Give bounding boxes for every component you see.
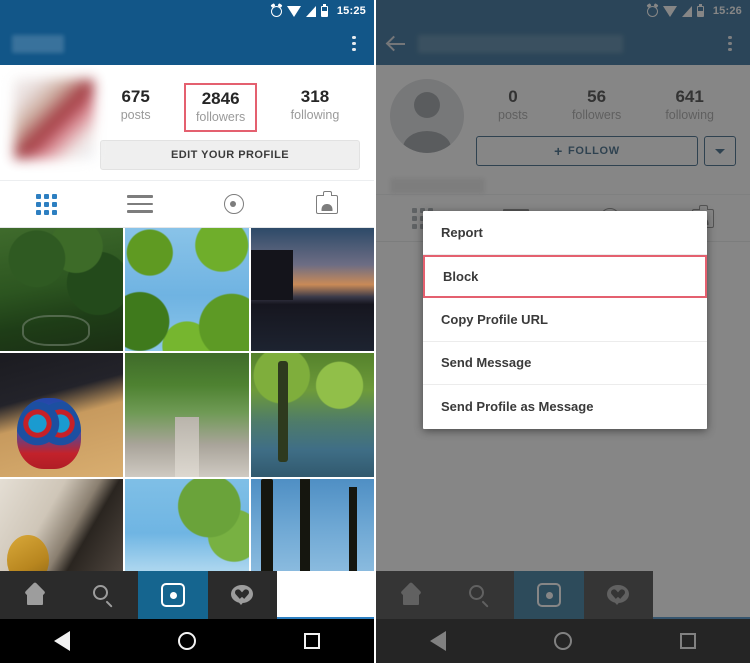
stat-following[interactable]: 318 following: [283, 83, 348, 128]
grid-icon: [36, 193, 58, 215]
photo-willows-over-water: [250, 353, 374, 477]
nav-profile[interactable]: [276, 571, 374, 619]
menu-item-report[interactable]: Report: [423, 211, 707, 255]
activity-heart-icon: [231, 584, 254, 606]
photo-cell[interactable]: [250, 228, 374, 352]
recents-icon[interactable]: [304, 633, 320, 649]
followers-label: followers: [195, 110, 246, 124]
photo-tree-lined-path: [125, 353, 249, 477]
android-system-nav: [0, 619, 374, 663]
username-blurred: [12, 34, 64, 53]
avatar[interactable]: [14, 79, 100, 159]
battery-icon: [320, 3, 328, 17]
following-label: following: [290, 108, 340, 122]
profile-options-menu: Report Block Copy Profile URL Send Messa…: [423, 211, 707, 429]
photo-cell[interactable]: [0, 353, 124, 477]
alarm-icon: [270, 5, 282, 17]
nav-home[interactable]: [0, 571, 69, 619]
profile-person-icon: [315, 587, 335, 608]
nav-search[interactable]: [69, 571, 138, 619]
followers-count: 2846: [201, 89, 240, 108]
posts-count: 675: [121, 87, 150, 106]
right-phone-screen: 15:26 0 posts 56 follow: [374, 0, 750, 663]
menu-item-send-profile-as-message[interactable]: Send Profile as Message: [423, 385, 707, 429]
bottom-navigation: [0, 571, 374, 619]
search-icon: [93, 584, 114, 606]
status-bar: 15:25: [0, 0, 374, 22]
tab-photo-map[interactable]: [187, 181, 281, 227]
nav-camera[interactable]: [138, 571, 208, 619]
menu-item-send-message[interactable]: Send Message: [423, 342, 707, 385]
status-clock: 15:25: [336, 5, 366, 17]
photo-cell[interactable]: [125, 228, 249, 352]
home-icon: [24, 585, 46, 605]
kebab-menu-icon[interactable]: [344, 33, 364, 55]
photo-river-city-sunset: [250, 228, 374, 352]
photo-cell[interactable]: [250, 353, 374, 477]
stat-posts[interactable]: 675 posts: [113, 83, 159, 128]
home-icon[interactable]: [178, 632, 196, 650]
tab-grid[interactable]: [0, 181, 94, 227]
list-icon: [127, 195, 154, 213]
photo-ivy-wall-with-bicycle: [0, 228, 124, 352]
photo-colorful-mask-on-desk: [0, 353, 124, 477]
profile-photo-blurred: [14, 79, 94, 159]
tagged-photos-icon: [316, 190, 339, 214]
wifi-icon: [286, 5, 301, 17]
stat-followers[interactable]: 2846 followers: [183, 83, 258, 132]
stats-row: 675 posts 2846 followers 318 following: [100, 83, 360, 132]
profile-tab-strip: [0, 180, 374, 228]
back-icon[interactable]: [54, 631, 70, 651]
tab-tagged[interactable]: [281, 181, 375, 227]
status-icons: 15:25: [270, 3, 366, 17]
posts-label: posts: [120, 108, 151, 122]
profile-header: 675 posts 2846 followers 318 following E…: [0, 65, 374, 180]
screenshot-pair: 15:25 675 posts 2846 followers 318 follo…: [0, 0, 750, 663]
tab-list[interactable]: [94, 181, 188, 227]
following-count: 318: [300, 87, 330, 106]
photo-cell[interactable]: [125, 353, 249, 477]
photo-cell[interactable]: [0, 228, 124, 352]
app-bar: [0, 22, 374, 65]
photo-tree-canopy-blue-sky: [125, 228, 249, 352]
edit-profile-button[interactable]: EDIT YOUR PROFILE: [100, 140, 360, 170]
signal-icon: [305, 5, 316, 17]
left-phone-screen: 15:25 675 posts 2846 followers 318 follo…: [0, 0, 374, 663]
photo-grid: [0, 228, 374, 603]
nav-activity[interactable]: [208, 571, 277, 619]
location-pin-icon: [223, 194, 244, 214]
menu-item-copy-profile-url[interactable]: Copy Profile URL: [423, 298, 707, 342]
menu-item-block[interactable]: Block: [423, 254, 707, 298]
camera-icon: [161, 583, 185, 607]
